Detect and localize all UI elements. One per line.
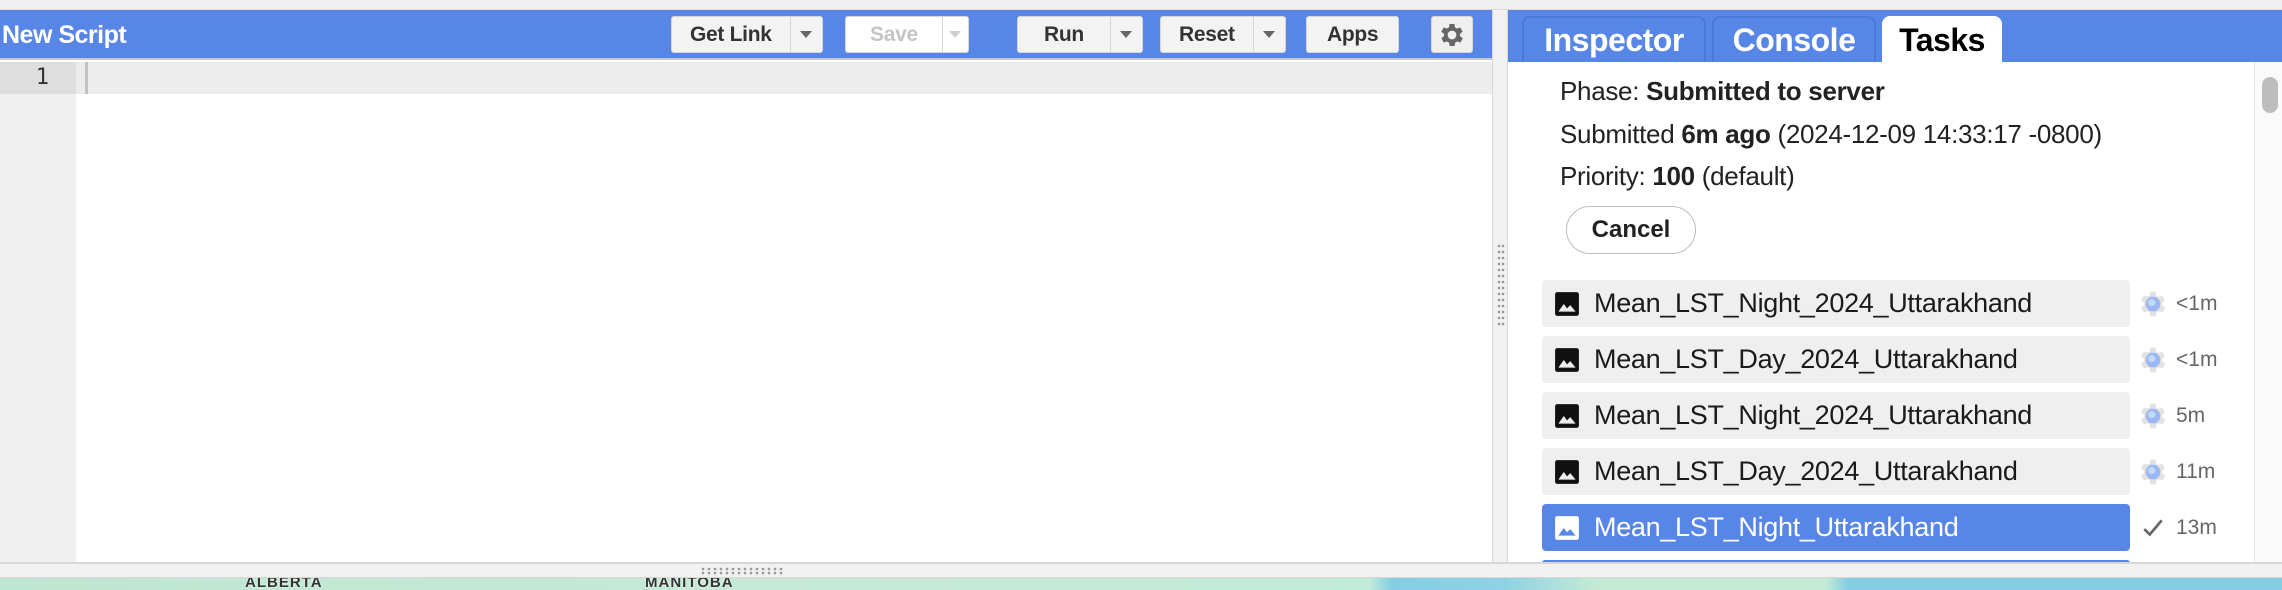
task-name: Mean_LST_Night_Uttarakhand — [1594, 512, 1959, 542]
priority-value: 100 — [1652, 161, 1695, 191]
task-status: <1m — [2136, 280, 2246, 327]
splitter-grip-icon — [1497, 243, 1505, 327]
image-asset-icon — [1555, 291, 1579, 316]
text-cursor — [85, 62, 88, 94]
apps-button[interactable]: Apps — [1307, 17, 1398, 52]
tab-bar: Inspector Console Tasks — [1508, 10, 2282, 62]
task-item[interactable]: Mean_LST_Night_2024_Uttarakhand — [1542, 392, 2130, 439]
task-name: Mean_LST_Night_2024_Uttarakhand — [1594, 288, 2033, 318]
task-elapsed-time: 13m — [2176, 515, 2217, 539]
status-icon — [2136, 455, 2170, 489]
active-line[interactable] — [0, 62, 1492, 94]
right-panel: Inspector Console Tasks Phase: Submitted… — [1508, 10, 2282, 566]
gear-icon — [1441, 23, 1463, 46]
task-status: <1m — [2136, 336, 2246, 383]
save-dropdown[interactable] — [941, 17, 968, 52]
save-button[interactable]: Save — [846, 17, 942, 52]
task-name: Mean_LST_Night_2024_Uttarakhand — [1594, 400, 2033, 430]
horizontal-splitter[interactable] — [0, 562, 2282, 578]
map-label: ALBERTA — [245, 578, 323, 590]
image-asset-icon — [1555, 347, 1579, 372]
get-link-button[interactable]: Get Link — [672, 17, 790, 52]
run-button-group: Run — [1017, 16, 1143, 53]
submitted-timestamp: (2024-12-09 14:33:17 -0800) — [1777, 119, 2102, 149]
task-elapsed-time: 5m — [2176, 403, 2206, 427]
task-name: Mean_LST_Day_2024_Uttarakhand — [1594, 344, 2018, 374]
map-view[interactable]: ALBERTA MANITOBA — [0, 578, 2282, 590]
tab-console[interactable]: Console — [1712, 16, 1876, 62]
gear-spinner-icon — [2140, 347, 2166, 372]
run-button[interactable]: Run — [1018, 17, 1110, 52]
status-icon — [2136, 343, 2170, 377]
earth-engine-code-editor: New Script Get Link Save Run Reset Apps — [0, 0, 2282, 590]
line-number: 1 — [0, 62, 76, 94]
script-title[interactable]: New Script — [2, 21, 127, 50]
task-name: Mean_LST_Day_2024_Uttarakhand — [1594, 456, 2018, 486]
run-dropdown[interactable] — [1109, 17, 1142, 52]
reset-dropdown[interactable] — [1252, 17, 1285, 52]
apps-button-group: Apps — [1306, 16, 1400, 53]
task-scrollbar[interactable] — [2254, 62, 2282, 562]
task-elapsed-time: 11m — [2176, 459, 2216, 483]
line-gutter — [0, 62, 76, 562]
get-link-dropdown[interactable] — [789, 17, 822, 52]
gear-spinner-icon — [2140, 403, 2166, 428]
phase-label: Phase: — [1560, 76, 1640, 106]
code-input-area[interactable] — [76, 94, 1492, 562]
task-status: 13m — [2136, 504, 2246, 551]
settings-button[interactable] — [1431, 16, 1473, 53]
checkmark-icon — [2143, 519, 2163, 536]
map-label: MANITOBA — [645, 578, 734, 590]
splitter-grip-icon — [700, 567, 784, 575]
tab-tasks[interactable]: Tasks — [1882, 16, 2002, 62]
status-icon — [2136, 399, 2170, 433]
status-icon — [2136, 511, 2170, 545]
task-elapsed-time: <1m — [2176, 347, 2218, 371]
caret-down-icon — [1263, 31, 1276, 38]
caret-down-icon — [949, 31, 962, 38]
image-asset-icon — [1555, 515, 1579, 540]
save-button-group: Save — [845, 16, 969, 53]
task-item[interactable]: Mean_LST_Night_2024_Uttarakhand — [1542, 280, 2130, 327]
image-asset-icon — [1555, 459, 1579, 484]
cancel-task-button[interactable]: Cancel — [1566, 206, 1696, 254]
code-editor-panel: New Script Get Link Save Run Reset Apps — [0, 10, 1492, 562]
reset-button[interactable]: Reset — [1161, 17, 1253, 52]
scrollbar-thumb[interactable] — [2262, 77, 2278, 113]
top-strip — [0, 0, 2282, 10]
task-submitted: Submitted 6m ago (2024-12-09 14:33:17 -0… — [1560, 119, 2102, 150]
image-asset-icon — [1555, 403, 1579, 428]
reset-button-group: Reset — [1160, 16, 1286, 53]
editor-header: New Script Get Link Save Run Reset Apps — [0, 10, 1492, 60]
submitted-label: Submitted — [1560, 119, 1675, 149]
caret-down-icon — [800, 31, 813, 38]
task-elapsed-time: <1m — [2176, 291, 2218, 315]
gear-spinner-icon — [2140, 459, 2166, 484]
caret-down-icon — [1120, 31, 1133, 38]
task-item[interactable]: Mean_LST_Day_2024_Uttarakhand — [1542, 336, 2130, 383]
priority-note: (default) — [1701, 161, 1795, 191]
task-item[interactable]: Mean_LST_Day_2024_Uttarakhand — [1542, 448, 2130, 495]
vertical-splitter[interactable] — [1492, 10, 1508, 562]
get-link-button-group: Get Link — [671, 16, 823, 53]
gear-spinner-icon — [2140, 291, 2166, 316]
task-item[interactable]: Mean_LST_Night_Uttarakhand — [1542, 504, 2130, 551]
task-priority: Priority: 100 (default) — [1560, 161, 1795, 192]
task-status: 11m — [2136, 448, 2246, 495]
submitted-ago: 6m ago — [1681, 119, 1771, 149]
status-icon — [2136, 287, 2170, 321]
task-phase: Phase: Submitted to server — [1560, 76, 1885, 107]
priority-label: Priority: — [1560, 161, 1646, 191]
phase-value: Submitted to server — [1646, 76, 1885, 106]
tab-inspector[interactable]: Inspector — [1522, 16, 1706, 62]
task-status: 5m — [2136, 392, 2246, 439]
